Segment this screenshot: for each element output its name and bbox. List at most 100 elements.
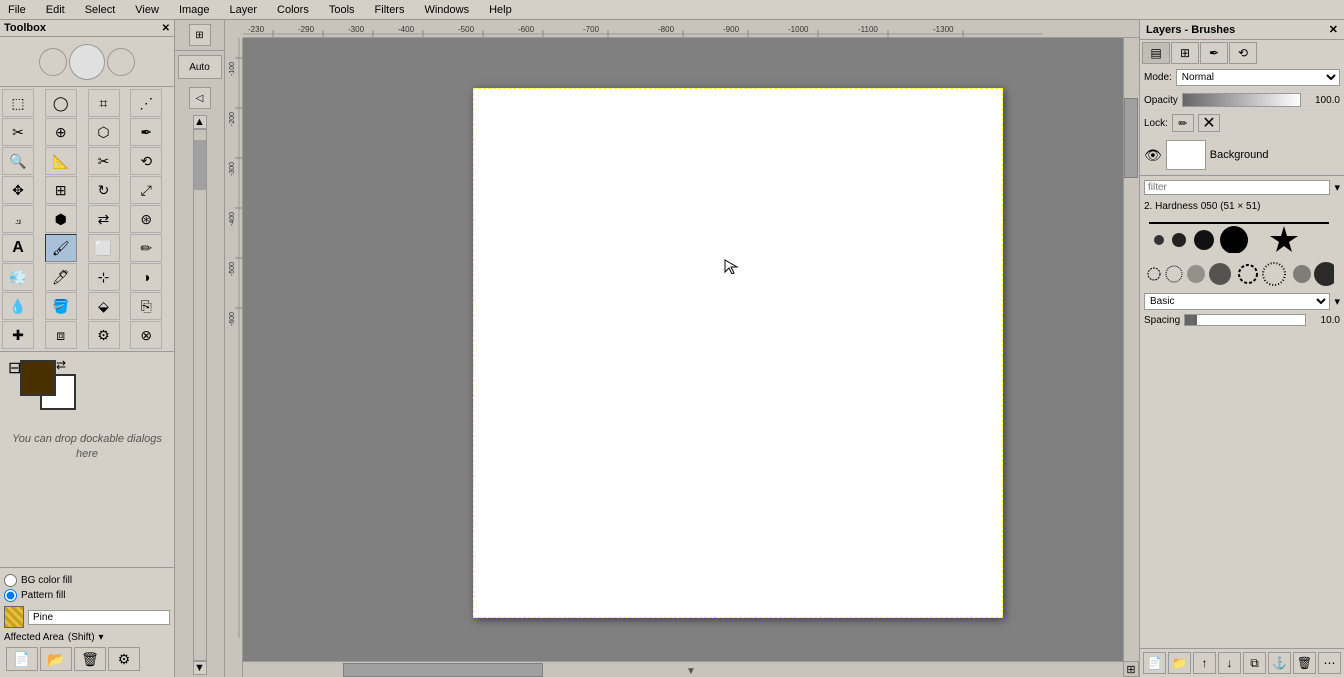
menu-view[interactable]: View — [131, 3, 163, 17]
tool-airbrush[interactable]: 💨 — [2, 263, 34, 291]
layers-panel-close-icon[interactable]: ✕ — [1329, 23, 1338, 36]
collapse-button[interactable]: ◁ — [189, 87, 211, 109]
tab-history[interactable]: ⟲ — [1229, 42, 1257, 64]
menu-colors[interactable]: Colors — [273, 3, 313, 17]
duplicate-layer-button[interactable]: ⧉ — [1243, 652, 1266, 674]
more-options-button[interactable]: ⋯ — [1318, 652, 1341, 674]
tool-free-select[interactable]: ⌗ — [88, 89, 120, 117]
tool-shear[interactable]: ⟓ — [2, 205, 34, 233]
tool-flip[interactable]: ⇄ — [88, 205, 120, 233]
tab-layers[interactable]: ▤ — [1142, 42, 1170, 64]
toolbox-close[interactable]: ✕ — [162, 23, 170, 34]
tool-scale[interactable]: ⤢ — [130, 176, 162, 204]
tool-eraser[interactable]: ⬜ — [88, 234, 120, 262]
spacing-slider[interactable] — [1184, 314, 1306, 326]
menu-image[interactable]: Image — [175, 3, 214, 17]
tool-handle-transform[interactable]: ⊗ — [130, 321, 162, 349]
tool-script[interactable]: ⚙ — [88, 321, 120, 349]
tool-smudge[interactable]: ⊹ — [88, 263, 120, 291]
menu-file[interactable]: File — [4, 3, 30, 17]
tool-select-by-color[interactable]: ⬡ — [88, 118, 120, 146]
layer-up-button[interactable]: ↑ — [1193, 652, 1216, 674]
mode-select[interactable]: Normal — [1176, 69, 1340, 86]
tool-measure[interactable]: 📐 — [45, 147, 77, 175]
lock-move-button[interactable]: ✕ — [1198, 114, 1220, 132]
tool-perspective-clone[interactable]: ⧈ — [45, 321, 77, 349]
tool-blend[interactable]: ⬙ — [88, 292, 120, 320]
tool-bucket[interactable]: 🪣 — [45, 292, 77, 320]
horizontal-scrollbar-thumb[interactable] — [343, 663, 543, 677]
tool-paths[interactable]: ✒ — [130, 118, 162, 146]
tool-move[interactable]: ✥ — [2, 176, 34, 204]
tab-channels[interactable]: ⊞ — [1171, 42, 1199, 64]
tool-dodge-burn[interactable]: ◑ — [130, 263, 162, 291]
tool-fuzzy-select[interactable]: ⋰ — [130, 89, 162, 117]
tool-clone[interactable]: ⎘ — [130, 292, 162, 320]
horizontal-scrollbar[interactable]: ⊞ ▼ — [243, 661, 1139, 677]
new-image-button[interactable]: 📄 — [6, 647, 38, 671]
brush-filter-input[interactable] — [1144, 180, 1330, 195]
vertical-scrollbar-thumb[interactable] — [1124, 98, 1138, 178]
tool-ink[interactable]: 🖊 — [45, 263, 77, 291]
tool-text[interactable]: A — [2, 234, 34, 262]
toolbox-title-bar: Toolbox ✕ — [0, 20, 174, 37]
svg-text:-300: -300 — [229, 162, 236, 176]
pattern-fill-radio[interactable] — [4, 589, 17, 602]
opacity-slider[interactable] — [1182, 93, 1301, 107]
script-button[interactable]: ⚙ — [108, 647, 140, 671]
anchor-layer-button[interactable]: ⚓ — [1268, 652, 1291, 674]
tool-scissors[interactable]: ✂ — [2, 118, 34, 146]
svg-text:-1000: -1000 — [788, 25, 809, 34]
color-swap-icon[interactable]: ⇄ — [56, 358, 66, 372]
brush-filter-dropdown-icon[interactable]: ▾ — [1334, 181, 1340, 194]
affected-dropdown-icon[interactable]: ▾ — [99, 632, 104, 643]
tool-crop[interactable]: ✂ — [88, 147, 120, 175]
menu-filters[interactable]: Filters — [371, 3, 409, 17]
new-layer-group-button[interactable]: 📁 — [1168, 652, 1191, 674]
vertical-scrollbar[interactable] — [1123, 38, 1139, 661]
tool-ellipse-select[interactable]: ◯ — [45, 89, 77, 117]
menu-tools[interactable]: Tools — [325, 3, 359, 17]
layer-item-background[interactable]: 👁 Background — [1140, 136, 1344, 175]
open-image-button[interactable]: 📂 — [40, 647, 72, 671]
tool-heal[interactable]: ✚ — [2, 321, 34, 349]
menu-windows[interactable]: Windows — [420, 3, 473, 17]
panel-toggle-button[interactable]: ⊞ — [189, 24, 211, 46]
new-layer-button[interactable]: 📄 — [1143, 652, 1166, 674]
tool-fg-select[interactable]: ⊕ — [45, 118, 77, 146]
menu-select[interactable]: Select — [81, 3, 120, 17]
menu-bar: File Edit Select View Image Layer Colors… — [0, 0, 1344, 20]
pattern-name-input[interactable] — [28, 610, 170, 625]
auto-button[interactable]: Auto — [178, 55, 222, 79]
brush-preset-select[interactable]: Basic — [1144, 293, 1330, 310]
tool-rotate[interactable]: ↻ — [88, 176, 120, 204]
pattern-swatch[interactable] — [4, 606, 24, 628]
tool-transform[interactable]: ⟲ — [130, 147, 162, 175]
foreground-color-swatch[interactable] — [20, 360, 56, 396]
document-canvas[interactable] — [473, 88, 1003, 618]
layer-down-button[interactable]: ↓ — [1218, 652, 1241, 674]
tab-paths[interactable]: ✒ — [1200, 42, 1228, 64]
canvas-area[interactable] — [243, 38, 1139, 659]
tool-pencil[interactable]: ✏ — [130, 234, 162, 262]
mode-row: Mode: Normal — [1140, 66, 1344, 90]
bg-color-fill-radio[interactable] — [4, 574, 17, 587]
tool-align[interactable]: ⊞ — [45, 176, 77, 204]
menu-edit[interactable]: Edit — [42, 3, 69, 17]
delete-layer-button[interactable]: 🗑 — [1293, 652, 1316, 674]
tool-zoom[interactable]: 🔍 — [2, 147, 34, 175]
scroll-thumb[interactable] — [194, 140, 206, 190]
menu-help[interactable]: Help — [485, 3, 516, 17]
tool-perspective[interactable]: ⬢ — [45, 205, 77, 233]
scroll-up-button[interactable]: ▲ — [193, 115, 207, 129]
scroll-down-button[interactable]: ▼ — [193, 661, 207, 675]
layer-visibility-icon[interactable]: 👁 — [1144, 147, 1162, 164]
tool-warp[interactable]: ⊛ — [130, 205, 162, 233]
tool-paintbrush[interactable]: 🖌 — [45, 234, 77, 262]
lock-edit-button[interactable]: ✏ — [1172, 114, 1194, 132]
tool-color-picker[interactable]: 💧 — [2, 292, 34, 320]
menu-layer[interactable]: Layer — [226, 3, 262, 17]
preset-dropdown-icon[interactable]: ▾ — [1334, 295, 1340, 308]
tool-rect-select[interactable]: ⬚ — [2, 89, 34, 117]
delete-button[interactable]: 🗑 — [74, 647, 106, 671]
